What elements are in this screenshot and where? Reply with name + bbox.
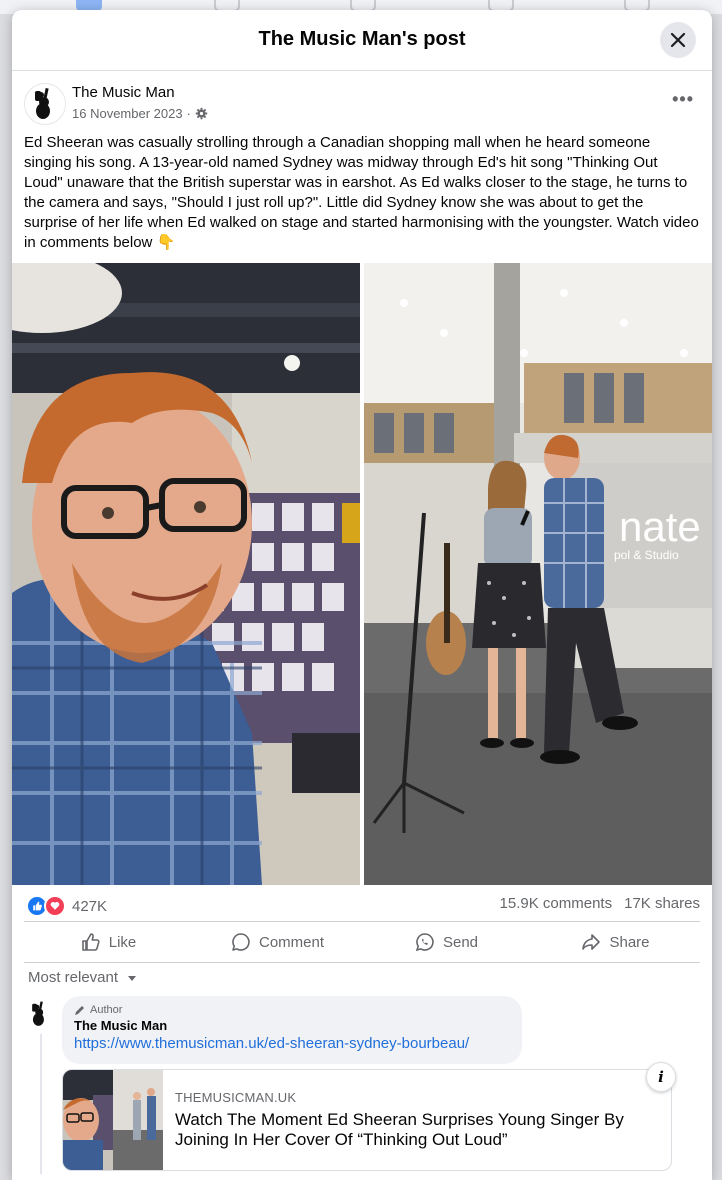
like-button[interactable]: Like [29, 932, 189, 952]
guitar-logo-icon [35, 87, 50, 119]
reaction-count: 427K [72, 897, 108, 915]
messenger-icon [415, 933, 434, 952]
link-info-button[interactable]: i [646, 1062, 676, 1092]
post-date[interactable]: 16 November 2023 [72, 106, 183, 121]
shares-count[interactable]: 17K shares [624, 895, 700, 912]
commenter-name[interactable]: The Music Man [74, 1018, 510, 1033]
commenter-avatar[interactable] [24, 998, 56, 1030]
send-button[interactable]: Send [367, 932, 527, 952]
settings-gear-icon[interactable] [195, 107, 208, 120]
close-icon [670, 32, 686, 48]
link-preview-card[interactable]: THEMUSICMAN.UK Watch The Moment Ed Sheer… [62, 1069, 672, 1171]
close-button[interactable] [660, 22, 696, 58]
selfie-photo-image [12, 263, 360, 885]
send-label: Send [442, 933, 479, 951]
comment-label: Comment [258, 933, 325, 951]
post-modal: The Music Man's post The Music Man 16 No… [12, 10, 712, 1180]
thumbs-up-icon [81, 933, 100, 951]
author-badge: Author [74, 1004, 510, 1016]
love-reaction-icon [44, 895, 66, 917]
like-label: Like [108, 933, 137, 951]
caret-down-icon [128, 975, 137, 981]
thread-line [40, 1034, 42, 1174]
photo-ed-selfie[interactable] [12, 263, 360, 885]
author-avatar[interactable] [24, 83, 66, 125]
author-name[interactable]: The Music Man [72, 84, 175, 101]
share-button[interactable]: Share [536, 932, 696, 952]
post-header: The Music Man 16 November 2023 · ••• [12, 71, 712, 129]
comments-count[interactable]: 15.9K comments [500, 895, 613, 912]
post-stats: 427K 15.9K comments 17K shares [12, 885, 712, 921]
author-badge-label: Author [90, 1004, 123, 1016]
comment-bubble-icon [232, 933, 250, 951]
comments-sort-dropdown[interactable]: Most relevant [12, 963, 712, 992]
sign-text: nate [619, 503, 701, 550]
comments-sort-label: Most relevant [28, 969, 119, 986]
action-bar: Like Comment Send Share [12, 922, 712, 962]
pencil-icon [75, 1006, 84, 1015]
stage-photo-image: nate pol & Studio [364, 263, 712, 885]
comment-link[interactable]: https://www.themusicman.uk/ed-sheeran-sy… [74, 1035, 510, 1052]
comment-bubble: Author The Music Man https://www.themusi… [62, 996, 522, 1064]
photo-stage[interactable]: nate pol & Studio [364, 263, 712, 885]
link-domain: THEMUSICMAN.UK [175, 1090, 297, 1105]
reactions-summary[interactable]: 427K [26, 895, 107, 917]
modal-title: The Music Man's post [258, 28, 466, 50]
post-meta: 16 November 2023 · [72, 106, 208, 121]
photo-grid: nate pol & Studio [12, 263, 712, 885]
guitar-logo-icon [32, 1001, 44, 1026]
engagement-counts: 15.9K comments 17K shares [500, 895, 700, 912]
link-thumbnail-image [63, 1070, 163, 1170]
more-options-button[interactable]: ••• [672, 89, 694, 110]
share-label: Share [609, 933, 650, 951]
meta-separator: · [186, 106, 191, 121]
info-icon: i [658, 1068, 664, 1086]
post-text: Ed Sheeran was casually strolling throug… [24, 134, 699, 251]
share-arrow-icon [582, 934, 601, 950]
comment-button[interactable]: Comment [198, 932, 358, 952]
sign-subtext: pol & Studio [614, 548, 679, 562]
link-title: Watch The Moment Ed Sheeran Surprises Yo… [175, 1110, 624, 1149]
comment-item: Author The Music Man https://www.themusi… [12, 996, 712, 1180]
modal-header: The Music Man's post [12, 10, 712, 71]
